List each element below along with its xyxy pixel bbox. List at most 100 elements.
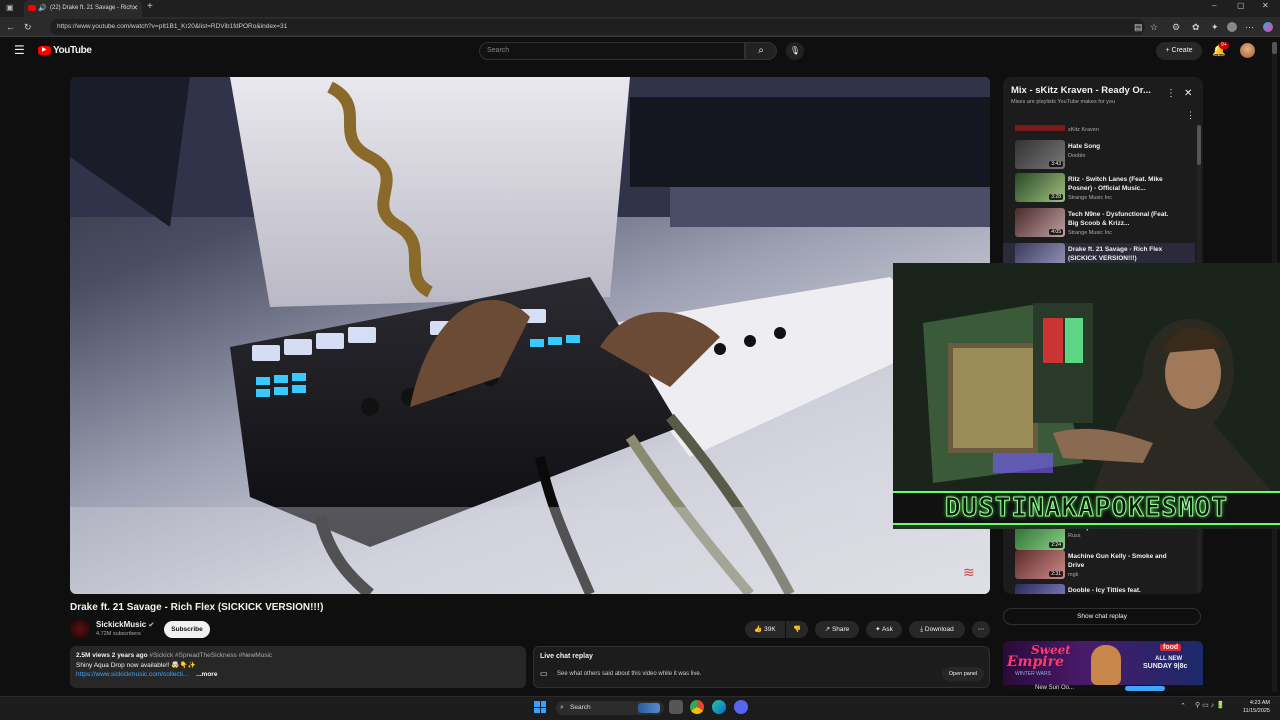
share-icon: ↗ bbox=[824, 626, 831, 633]
search-highlight-icon bbox=[638, 703, 660, 713]
ad-cta-line2: SUNDAY 9|8c bbox=[1143, 663, 1188, 670]
discord-icon[interactable] bbox=[734, 700, 748, 714]
playlist-item[interactable]: Dooble - Icy Titties feat. bbox=[1015, 584, 1203, 594]
copilot-icon[interactable] bbox=[1263, 22, 1273, 32]
video-thumbnail: 3:43 bbox=[1015, 140, 1065, 169]
hamburger-menu-icon[interactable]: ☰ bbox=[14, 43, 25, 57]
account-avatar[interactable] bbox=[1240, 43, 1255, 58]
playlist-item[interactable]: 2:31 Machine Gun Kelly - Smoke and Drive… bbox=[1015, 550, 1203, 583]
back-icon[interactable]: ← bbox=[6, 17, 15, 37]
more-menu-icon[interactable]: ⋯ bbox=[1245, 17, 1254, 37]
browser-tab[interactable]: 🔊 (22) Drake ft. 21 Savage - Rich ✕ bbox=[24, 0, 142, 17]
browser-toolbar: ← ↻ https://www.youtube.com/watch?v=pIt1… bbox=[0, 17, 1280, 37]
start-icon[interactable] bbox=[534, 701, 546, 713]
tray-chevron-icon[interactable]: ⌃ bbox=[1180, 702, 1186, 710]
video-thumbnail bbox=[1015, 584, 1065, 594]
subscribe-button[interactable]: Subscribe bbox=[164, 621, 210, 638]
youtube-favicon-icon bbox=[28, 5, 36, 11]
description-box[interactable]: 2.5M views 2 years ago #Sickick #SpreadT… bbox=[70, 646, 526, 688]
reader-icon[interactable]: ▤ bbox=[1134, 17, 1143, 37]
ad-cta-line1: ALL NEW bbox=[1155, 656, 1183, 662]
notification-badge: 9+ bbox=[1219, 42, 1229, 49]
show-more-link[interactable]: ...more bbox=[196, 671, 217, 678]
search-button[interactable]: ⌕ bbox=[745, 42, 777, 60]
playlist-item[interactable]: 3:28 Ritz - Switch Lanes (Feat. Mike Pos… bbox=[1015, 173, 1203, 206]
audio-playing-icon[interactable]: 🔊 bbox=[38, 0, 47, 17]
create-button[interactable]: + Create bbox=[1156, 42, 1202, 60]
webcam-frame bbox=[893, 263, 1280, 493]
channel-watermark-icon[interactable]: ≋ bbox=[963, 564, 975, 581]
share-button[interactable]: ↗ Share bbox=[815, 621, 859, 638]
edge-icon[interactable] bbox=[712, 700, 726, 714]
ad-banner[interactable]: Sweet Empire WINTER WARS food ALL NEW SU… bbox=[1003, 641, 1203, 691]
channel-name[interactable]: SickickMusic ✔ bbox=[96, 620, 154, 629]
address-bar[interactable]: https://www.youtube.com/watch?v=pIt1B1_K… bbox=[50, 19, 1145, 35]
view-count-date: 2.5M views 2 years ago bbox=[76, 652, 148, 659]
clock[interactable]: 4:23 AM 11/15/2025 bbox=[1236, 699, 1270, 715]
live-chat-replay-box: Live chat replay ▭ See what others said … bbox=[533, 646, 990, 688]
extension-icon[interactable]: ✿ bbox=[1192, 17, 1200, 37]
playlist-options-icon[interactable]: ⋮ bbox=[1186, 110, 1195, 121]
hashtags[interactable]: #Sickick #SpreadTheSickness #NewMusic bbox=[149, 652, 272, 659]
tray-icons[interactable]: ⚲ ▭ ♪ 🔋 bbox=[1195, 701, 1225, 709]
chat-bubble-icon: ▭ bbox=[540, 669, 548, 678]
show-chat-replay-button[interactable]: Show chat replay bbox=[1003, 608, 1201, 625]
prev-item-channel: sKitz Kraven bbox=[1068, 127, 1099, 133]
video-title: Drake ft. 21 Savage - Rich Flex (SICKICK… bbox=[70, 602, 324, 613]
sparkle-icon: ✦ bbox=[875, 626, 881, 633]
notifications-button[interactable]: 🔔 9+ bbox=[1212, 42, 1229, 57]
maximize-icon[interactable]: ▢ bbox=[1237, 1, 1245, 10]
youtube-wordmark: YouTube bbox=[53, 45, 92, 56]
video-thumbnail: 3:28 bbox=[1015, 173, 1065, 202]
live-chat-title: Live chat replay bbox=[540, 653, 593, 660]
ask-button[interactable]: ✦ Ask bbox=[866, 621, 902, 638]
playlist-item[interactable]: 3:43 Hate Song Dooble bbox=[1015, 140, 1203, 173]
dislike-button[interactable]: 👎 bbox=[786, 621, 808, 638]
open-panel-button[interactable]: Open panel bbox=[942, 667, 984, 681]
video-thumbnail: 4:05 bbox=[1015, 208, 1065, 237]
task-view-icon[interactable] bbox=[669, 700, 683, 714]
ad-character-icon bbox=[1091, 645, 1121, 685]
profile-avatar[interactable] bbox=[1227, 22, 1237, 32]
subscriber-count: 4.72M subscribers bbox=[96, 631, 141, 637]
search-icon: ⌕ bbox=[560, 704, 564, 711]
verified-icon: ✔ bbox=[148, 622, 155, 629]
ad-title-line2: Empire bbox=[1007, 654, 1064, 670]
more-actions-button[interactable]: ⋯ bbox=[972, 621, 990, 638]
ad-subtitle: WINTER WARS bbox=[1015, 671, 1051, 677]
playlist-subtitle: Mixes are playlists YouTube makes for yo… bbox=[1011, 99, 1116, 105]
thumbs-down-icon: 👎 bbox=[792, 626, 802, 633]
extension-puzzle-icon[interactable]: ✦ bbox=[1211, 17, 1219, 37]
playlist-title[interactable]: Mix - sKitz Kraven - Ready Or... bbox=[1011, 85, 1151, 96]
video-player[interactable]: ≋ bbox=[70, 77, 990, 594]
more-horizontal-icon: ⋯ bbox=[977, 626, 985, 633]
microphone-icon: 🎙 bbox=[789, 46, 801, 55]
close-window-icon[interactable]: ✕ bbox=[1262, 1, 1269, 10]
download-icon: ⤓ bbox=[920, 626, 924, 633]
streamer-name-banner: DUSTINAKAPOKESMOT bbox=[893, 491, 1280, 525]
download-button[interactable]: ⤓ Download bbox=[909, 621, 965, 638]
like-button[interactable]: 👍 39K bbox=[745, 621, 785, 638]
browser-tab-bar: ▣ 🔊 (22) Drake ft. 21 Savage - Rich ✕ + … bbox=[0, 0, 1280, 17]
webcam-overlay: DUSTINAKAPOKESMOT bbox=[893, 263, 1280, 529]
playlist-close-icon[interactable]: ✕ bbox=[1184, 88, 1192, 99]
new-tab-icon[interactable]: + bbox=[147, 1, 153, 12]
sidebar-toggle-icon[interactable]: ▣ bbox=[6, 3, 14, 12]
extensions-icon[interactable]: ⚙ bbox=[1172, 17, 1180, 37]
playlist-item[interactable]: 4:05 Tech N9ne - Dysfunctional (Feat. Bi… bbox=[1015, 208, 1203, 241]
favorite-star-icon[interactable]: ☆ bbox=[1150, 17, 1158, 37]
search-icon: ⌕ bbox=[758, 45, 764, 56]
description-text: Shiny Aqua Drop now available!! 🤯👇✨ bbox=[76, 662, 196, 669]
refresh-icon[interactable]: ↻ bbox=[24, 17, 32, 37]
taskbar-search[interactable]: ⌕ Search bbox=[556, 701, 664, 715]
channel-avatar[interactable] bbox=[70, 619, 90, 639]
ad-brand: food bbox=[1160, 644, 1182, 651]
description-link[interactable]: https://www.sickickmusic.com/collecti... bbox=[76, 671, 188, 678]
close-tab-icon[interactable]: ✕ bbox=[132, 0, 138, 17]
search-input[interactable]: Search bbox=[479, 42, 745, 60]
playlist-more-icon[interactable]: ⋮ bbox=[1166, 88, 1176, 99]
minimize-icon[interactable]: – bbox=[1212, 1, 1216, 10]
video-thumbnail: 2:31 bbox=[1015, 550, 1065, 579]
voice-search-button[interactable]: 🎙 bbox=[786, 42, 804, 60]
chrome-icon[interactable] bbox=[690, 700, 704, 714]
